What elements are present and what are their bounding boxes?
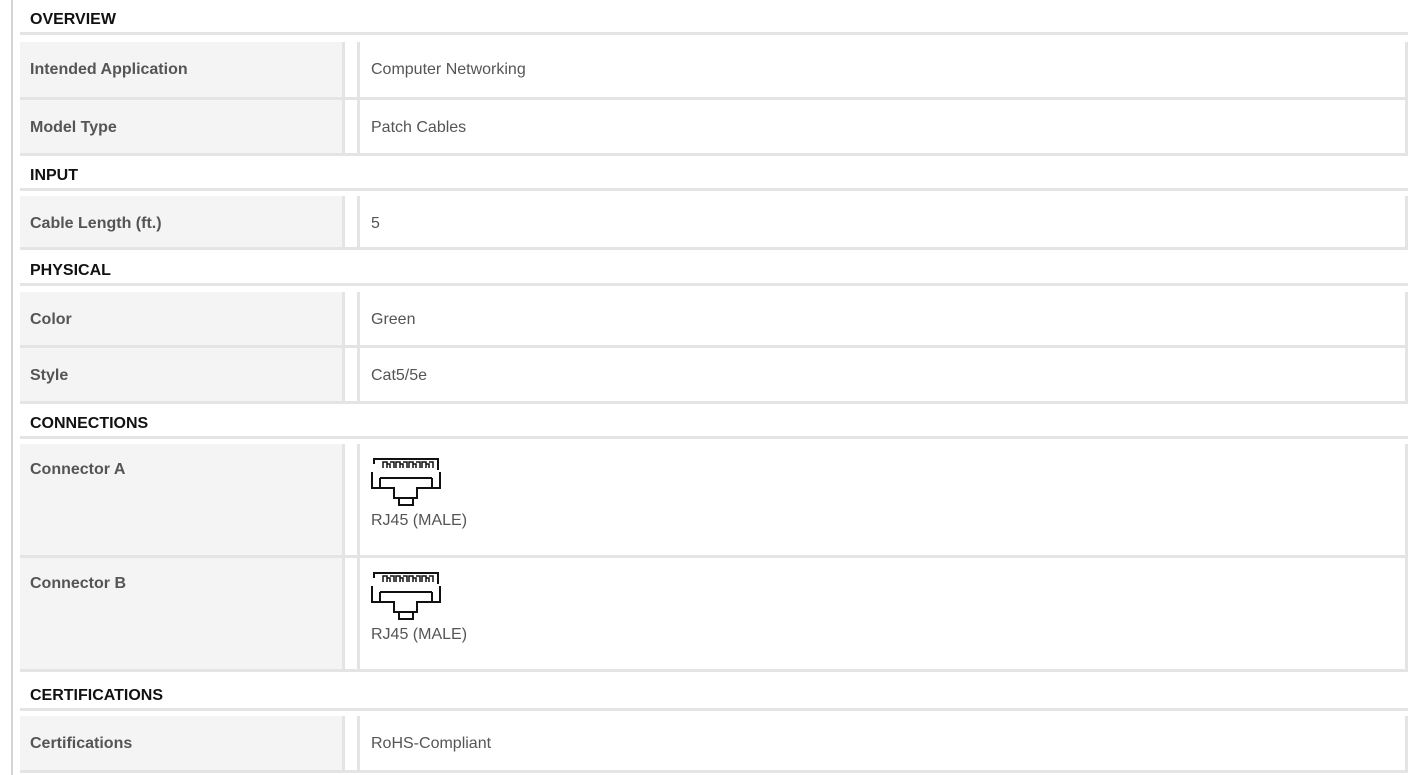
spec-value: Patch Cables bbox=[357, 100, 1408, 153]
spec-label: Model Type bbox=[20, 100, 345, 153]
spec-row-cable-length: Cable Length (ft.) 5 bbox=[20, 196, 1408, 250]
section-header-physical: PHYSICAL bbox=[20, 251, 1408, 286]
spec-row-style: Style Cat5/5e bbox=[20, 348, 1408, 404]
spec-label: Style bbox=[20, 348, 345, 401]
spec-value: Cat5/5e bbox=[357, 348, 1408, 401]
spec-label: Connector B bbox=[20, 558, 345, 669]
spec-label: Color bbox=[20, 292, 345, 345]
spec-row-connector-b: Connector B RJ45 (MALE) bbox=[20, 558, 1408, 672]
rj45-connector-icon bbox=[371, 572, 441, 620]
spec-value: RJ45 (MALE) bbox=[357, 444, 1408, 555]
spec-value: RJ45 (MALE) bbox=[357, 558, 1408, 669]
spec-label: Connector A bbox=[20, 444, 345, 555]
connector-type-label: RJ45 (MALE) bbox=[371, 626, 468, 643]
rj45-connector-icon bbox=[371, 458, 441, 506]
section-header-certifications: CERTIFICATIONS bbox=[20, 676, 1408, 711]
spec-row-connector-a: Connector A RJ45 (MALE) bbox=[20, 444, 1408, 558]
spec-row-intended-application: Intended Application Computer Networking bbox=[20, 42, 1408, 100]
spec-value: Green bbox=[357, 292, 1408, 345]
section-header-input: INPUT bbox=[20, 156, 1408, 191]
spec-value: Computer Networking bbox=[357, 42, 1408, 97]
spec-value: RoHS-Compliant bbox=[357, 716, 1408, 770]
connector-type-label: RJ45 (MALE) bbox=[371, 512, 468, 529]
spec-label: Cable Length (ft.) bbox=[20, 196, 345, 247]
section-header-connections: CONNECTIONS bbox=[20, 404, 1408, 439]
spec-row-color: Color Green bbox=[20, 292, 1408, 348]
spec-value: 5 bbox=[357, 196, 1408, 247]
spec-row-certifications: Certifications RoHS-Compliant bbox=[20, 716, 1408, 773]
section-header-overview: OVERVIEW bbox=[20, 0, 1408, 35]
spec-row-model-type: Model Type Patch Cables bbox=[20, 100, 1408, 156]
spec-label: Certifications bbox=[20, 716, 345, 770]
spec-label: Intended Application bbox=[20, 42, 345, 97]
